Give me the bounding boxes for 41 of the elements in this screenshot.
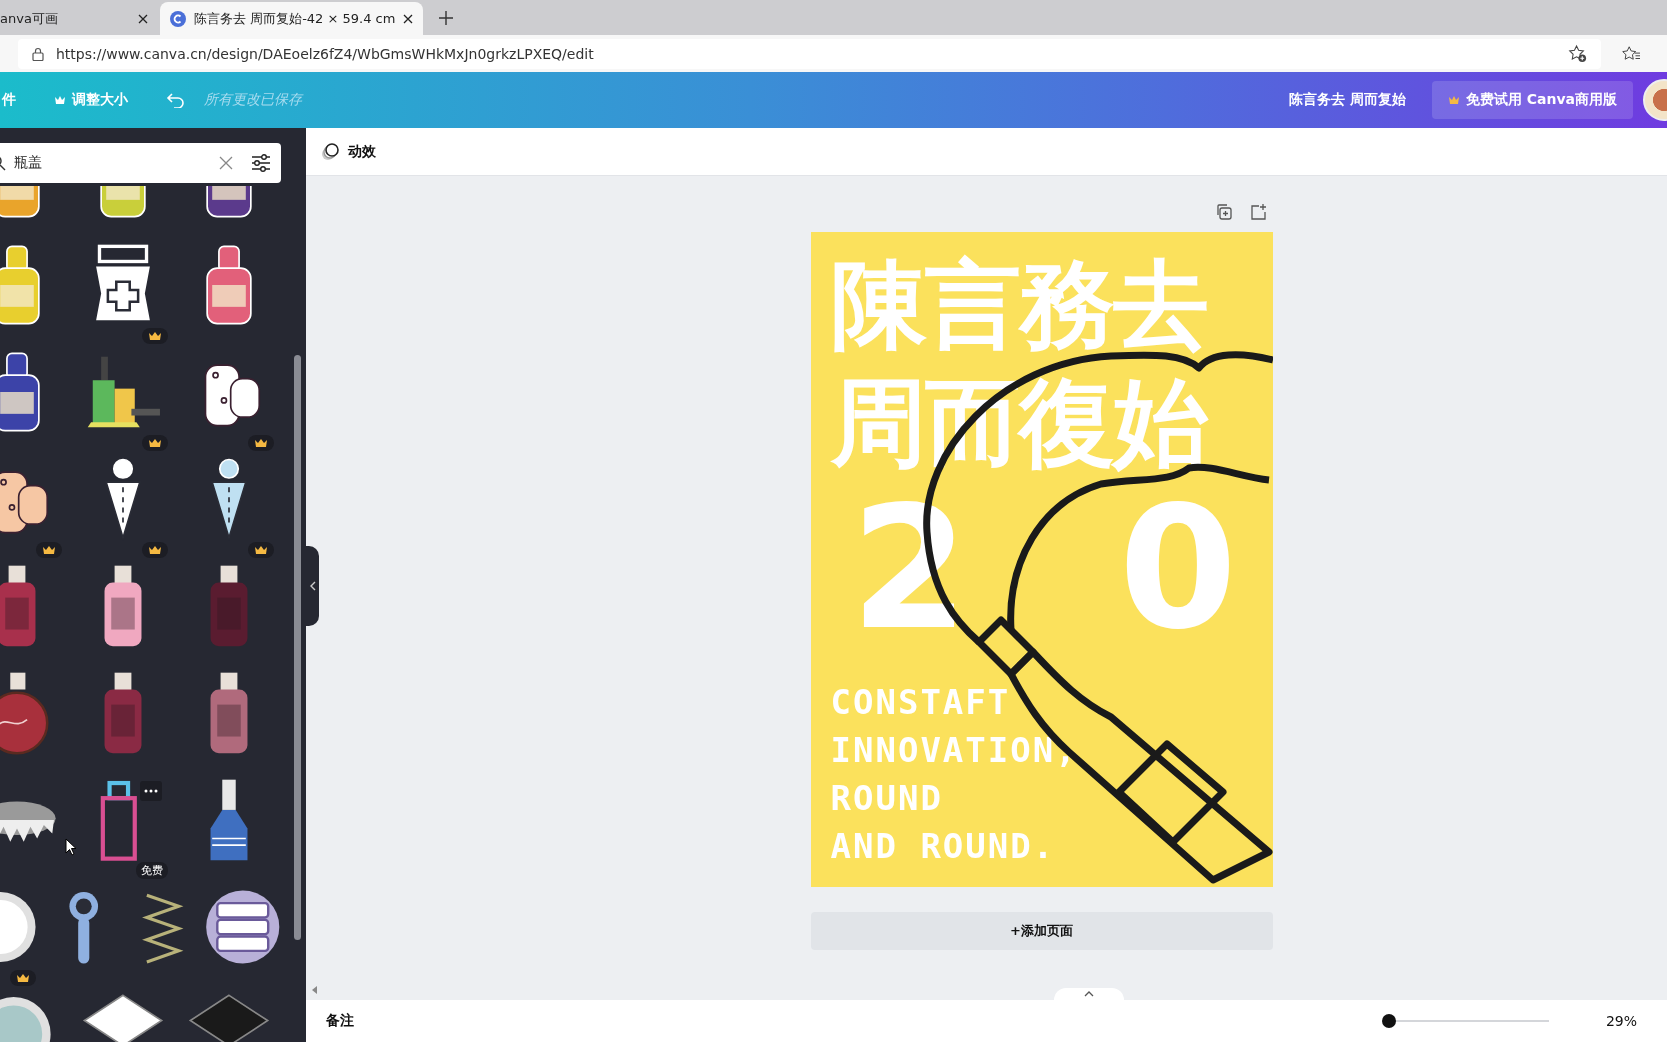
- duplicate-page-icon[interactable]: [1214, 203, 1233, 221]
- animate-button[interactable]: 动效: [348, 142, 376, 161]
- close-icon[interactable]: [138, 13, 148, 24]
- free-badge: 免费: [136, 862, 168, 879]
- browser-tab[interactable]: anva可画: [0, 2, 160, 35]
- add-page-button[interactable]: +添加页面: [810, 912, 1273, 950]
- add-favorite-icon[interactable]: [1568, 44, 1587, 63]
- collapse-handle[interactable]: [306, 546, 319, 626]
- caret-icon: [1084, 991, 1094, 997]
- save-status: 所有更改已保存: [204, 91, 302, 109]
- address-field[interactable]: https://www.canva.cn/design/DAEoelz6fZ4/WbGmsWHkMxJn0grkzLPXEQ/edit: [18, 38, 1601, 69]
- chevron-icon: [309, 581, 316, 591]
- poster-slogan: CONSTAFT: [830, 681, 1012, 724]
- tab-title: 陈言务去 周而复始-42 × 59.4 cm: [194, 9, 396, 28]
- tab-title: anva可画: [0, 9, 59, 28]
- canva-logo-icon: [170, 10, 186, 27]
- poster-heading: 陳言務去: [830, 248, 1208, 363]
- more-icon[interactable]: [140, 781, 162, 801]
- undo-icon[interactable]: [166, 92, 186, 108]
- browser-tab[interactable]: 陈言务去 周而复始-42 × 59.4 cm: [160, 2, 424, 35]
- search-field[interactable]: 瓶盖: [0, 143, 281, 183]
- poster-slogan: AND ROUND.: [830, 825, 1057, 868]
- add-page-icon[interactable]: [1248, 203, 1267, 221]
- clear-icon[interactable]: [219, 156, 233, 170]
- notes-button[interactable]: 备注: [326, 1012, 354, 1030]
- animation-icon[interactable]: [320, 141, 340, 162]
- lock-icon: [32, 46, 44, 61]
- scroll-left-icon[interactable]: [312, 986, 318, 994]
- crown-icon: [1447, 95, 1460, 105]
- poster-slogan: ROUND: [830, 777, 944, 820]
- poster-slogan: INNOVATION,: [830, 729, 1079, 772]
- close-icon[interactable]: [403, 13, 414, 24]
- upgrade-button[interactable]: 免费试用 Canva商用版: [1431, 81, 1633, 119]
- crown-icon: [54, 95, 66, 105]
- cursor-icon: [65, 838, 77, 856]
- poster-numeral: 0: [1118, 488, 1238, 648]
- zoom-reading[interactable]: 29%: [1605, 1013, 1637, 1029]
- favorites-icon[interactable]: [1621, 44, 1641, 63]
- design-title[interactable]: 陈言务去 周而复始: [1289, 91, 1406, 109]
- filter-icon[interactable]: [251, 154, 271, 172]
- new-tab-icon[interactable]: [439, 11, 454, 25]
